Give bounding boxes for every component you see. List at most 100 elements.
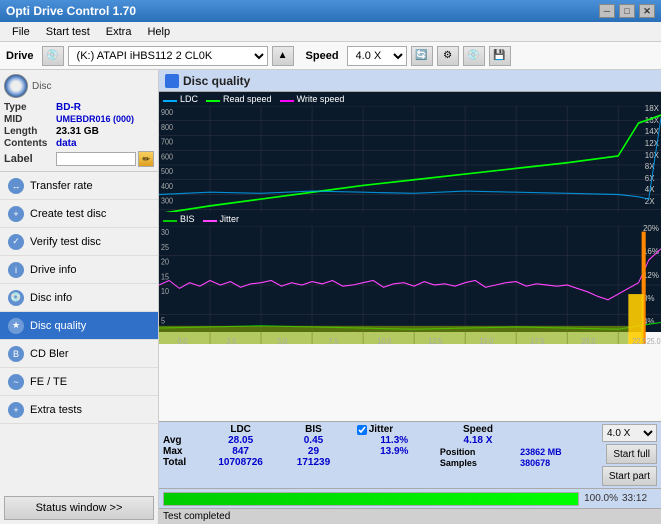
nav-extra-tests-label: Extra tests xyxy=(30,404,82,416)
bottom-chart: BIS Jitter 20%16%12%8%4% xyxy=(159,212,661,332)
position-label: Position xyxy=(436,446,520,457)
progress-track xyxy=(163,492,579,506)
total-bis: 171239 xyxy=(282,457,344,468)
start-full-button[interactable]: Start full xyxy=(606,444,657,464)
mid-key: MID xyxy=(4,114,56,125)
disc-icon xyxy=(4,74,28,98)
legend-jitter: Jitter xyxy=(203,214,240,224)
legend-bis: BIS xyxy=(163,214,195,224)
jitter-color xyxy=(203,220,217,222)
cd-bler-icon: B xyxy=(8,346,24,362)
sidebar-item-verify-test-disc[interactable]: ✓ Verify test disc xyxy=(0,228,158,256)
length-key: Length xyxy=(4,126,56,137)
sidebar-item-drive-info[interactable]: i Drive info xyxy=(0,256,158,284)
speed-selector[interactable]: 4.0 X xyxy=(347,46,407,66)
minimize-button[interactable]: ─ xyxy=(599,4,615,18)
start-part-button[interactable]: Start part xyxy=(602,466,657,486)
disc-button[interactable]: 💿 xyxy=(463,46,485,66)
jitter-label: Jitter xyxy=(220,214,240,224)
type-value: BD-R xyxy=(56,102,81,113)
total-ldc: 10708726 xyxy=(199,457,282,468)
avg-bis: 0.45 xyxy=(282,435,344,446)
nav-verify-disc-label: Verify test disc xyxy=(30,236,101,248)
sidebar-item-cd-bler[interactable]: B CD Bler xyxy=(0,340,158,368)
verify-disc-icon: ✓ xyxy=(8,234,24,250)
drive-selector[interactable]: (K:) ATAPI iHBS112 2 CL0K xyxy=(68,46,268,66)
sidebar-item-extra-tests[interactable]: + Extra tests xyxy=(0,396,158,424)
disc-info-header: Disc xyxy=(4,74,154,98)
svg-text:5: 5 xyxy=(161,316,165,325)
transfer-rate-icon: ↔ xyxy=(8,178,24,194)
disc-contents-row: Contents data xyxy=(4,138,154,149)
avg-row-label: Avg xyxy=(163,435,199,446)
drive-icon: 💿 xyxy=(42,46,64,66)
svg-text:25: 25 xyxy=(161,242,169,251)
contents-value: data xyxy=(56,138,77,149)
type-key: Type xyxy=(4,102,56,113)
refresh-button[interactable]: 🔄 xyxy=(411,46,433,66)
save-button[interactable]: 💾 xyxy=(489,46,511,66)
ldc-color xyxy=(163,100,177,102)
svg-text:500: 500 xyxy=(161,167,173,176)
avg-speed: 4.18 X xyxy=(436,435,520,446)
close-button[interactable]: ✕ xyxy=(639,4,655,18)
sidebar-item-disc-info[interactable]: 💿 Disc info xyxy=(0,284,158,312)
jitter-checkbox[interactable] xyxy=(357,425,367,435)
status-window-button[interactable]: Status window >> xyxy=(4,496,154,520)
menu-start-test[interactable]: Start test xyxy=(38,24,98,40)
bis-col-header: BIS xyxy=(282,424,344,435)
contents-key: Contents xyxy=(4,138,56,149)
label-edit-button[interactable]: ✏ xyxy=(138,151,154,167)
sidebar-item-fe-te[interactable]: ~ FE / TE xyxy=(0,368,158,396)
disc-mid-row: MID UMEBDR016 (000) xyxy=(4,114,154,125)
main-layout: Disc Type BD-R MID UMEBDR016 (000) Lengt… xyxy=(0,70,661,524)
title-bar: Opti Drive Control 1.70 ─ □ ✕ xyxy=(0,0,661,22)
write-speed-color xyxy=(280,100,294,102)
svg-text:22.5: 22.5 xyxy=(632,337,646,344)
disc-quality-title: Disc quality xyxy=(183,74,250,88)
menu-help[interactable]: Help xyxy=(139,24,178,40)
svg-text:20.0: 20.0 xyxy=(581,337,595,344)
legend-write-speed: Write speed xyxy=(280,94,345,104)
menu-file[interactable]: File xyxy=(4,24,38,40)
sidebar-item-transfer-rate[interactable]: ↔ Transfer rate xyxy=(0,172,158,200)
nav-fe-te-label: FE / TE xyxy=(30,376,67,388)
status-text: Test completed xyxy=(163,511,230,522)
progress-fill xyxy=(164,493,578,505)
read-speed-color xyxy=(206,100,220,102)
sidebar-item-create-test-disc[interactable]: + Create test disc xyxy=(0,200,158,228)
svg-text:5.0: 5.0 xyxy=(277,337,287,344)
svg-text:800: 800 xyxy=(161,122,173,131)
jitter-col-header: Jitter xyxy=(353,424,436,435)
svg-text:25.0 GB: 25.0 GB xyxy=(647,337,661,344)
maximize-button[interactable]: □ xyxy=(619,4,635,18)
progress-bar-container: 100.0% 33:12 xyxy=(159,488,661,508)
speed-select[interactable]: 4.0 X xyxy=(602,424,657,442)
settings-button[interactable]: ⚙ xyxy=(437,46,459,66)
svg-text:600: 600 xyxy=(161,152,173,161)
drive-label: Drive xyxy=(6,50,34,62)
bottom-chart-legend: BIS Jitter xyxy=(163,214,239,224)
disc-type-row: Type BD-R xyxy=(4,102,154,113)
bis-label: BIS xyxy=(180,214,195,224)
label-input[interactable] xyxy=(56,152,136,166)
write-speed-label: Write speed xyxy=(297,94,345,104)
sidebar: Disc Type BD-R MID UMEBDR016 (000) Lengt… xyxy=(0,70,159,524)
svg-text:10: 10 xyxy=(161,287,169,296)
length-value: 23.31 GB xyxy=(56,126,99,137)
content-area: Disc quality LDC Read speed xyxy=(159,70,661,524)
bis-color xyxy=(163,220,177,222)
jitter-header-label: Jitter xyxy=(369,424,393,435)
progress-percent: 100.0% xyxy=(583,493,618,504)
eject-button[interactable]: ▲ xyxy=(272,46,294,66)
drive-bar: Drive 💿 (K:) ATAPI iHBS112 2 CL0K ▲ Spee… xyxy=(0,42,661,70)
speed-col-header: Speed xyxy=(436,424,520,435)
disc-quality-icon: ★ xyxy=(8,318,24,334)
menu-extra[interactable]: Extra xyxy=(98,24,140,40)
svg-text:400: 400 xyxy=(161,181,173,190)
svg-text:17.5: 17.5 xyxy=(530,337,544,344)
disc-length-row: Length 23.31 GB xyxy=(4,126,154,137)
svg-text:30: 30 xyxy=(161,228,169,237)
legend-ldc: LDC xyxy=(163,94,198,104)
sidebar-item-disc-quality[interactable]: ★ Disc quality xyxy=(0,312,158,340)
